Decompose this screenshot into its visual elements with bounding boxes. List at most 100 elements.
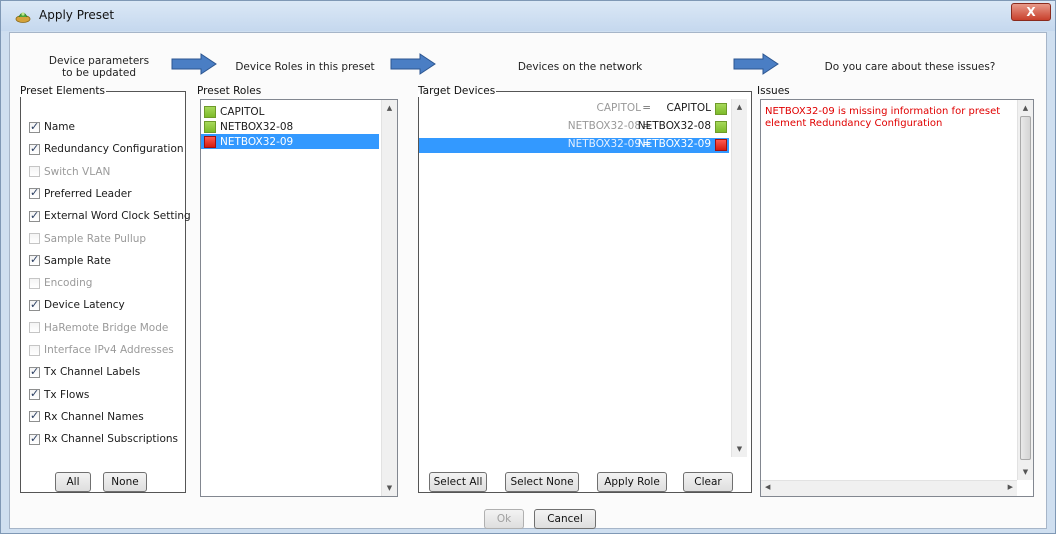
roles-scrollbar[interactable]: ▲ ▼ [381,100,397,496]
preset-element-row[interactable]: Redundancy Configuration [29,141,184,157]
preset-element-checkbox[interactable] [29,409,40,423]
preset-role-label: CAPITOL [220,105,265,118]
dialog-body: Device parameters to be updated Device R… [9,32,1047,529]
target-device-row[interactable]: CAPITOL = CAPITOL [419,102,729,117]
preset-element-row[interactable]: Name [29,119,75,135]
preset-element-checkbox[interactable] [29,322,40,334]
step-device-roles: Device Roles in this preset [235,61,375,73]
preset-elements-legend: Preset Elements [20,85,106,97]
preset-element-row[interactable]: Device Latency [29,297,125,313]
preset-element-label: Tx Channel Labels [44,366,141,379]
preset-element-checkbox[interactable] [29,120,40,133]
preset-element-row[interactable]: Rx Channel Names [29,409,144,425]
target-device-row[interactable]: NETBOX32-09 = NETBOX32-09 [419,138,729,153]
preset-element-checkbox[interactable] [29,209,40,222]
apply-role-button[interactable]: Apply Role [597,472,667,492]
preset-element-label: Name [44,121,75,133]
preset-element-checkbox[interactable] [29,365,40,378]
none-button[interactable]: None [103,472,147,492]
issues-legend: Issues [757,85,790,97]
mapping-equals: = [642,102,651,114]
preset-element-row[interactable]: Tx Channel Labels [29,364,140,380]
status-green-icon [204,120,216,133]
targets-scrollbar[interactable]: ▲ ▼ [731,99,747,457]
scroll-down-icon[interactable]: ▼ [732,445,747,453]
preset-element-row[interactable]: Preferred Leader [29,186,132,202]
preset-roles-group: Preset Roles CAPITOL NETBOX32-08 NETBOX32-… [197,85,404,497]
title-bar[interactable]: Apply Preset X [1,1,1055,31]
preset-element-row[interactable]: Sample Rate Pullup [29,231,146,247]
ok-button[interactable]: Ok [484,509,524,529]
target-devices-list[interactable]: CAPITOL = CAPITOL NETBOX32-08 = NETBOX32-08 NE… [419,99,751,459]
preset-element-row[interactable]: Rx Channel Subscriptions [29,431,178,447]
target-device-label: CAPITOL [666,102,711,114]
status-green-icon [715,103,727,115]
select-all-button[interactable]: Select All [429,472,487,492]
step-arrow-1-icon [171,53,217,75]
preset-element-label: Encoding [44,277,93,290]
apply-preset-window: Apply Preset X Device parameters to be u… [0,0,1056,534]
preset-role-item[interactable]: NETBOX32-08 [204,119,376,134]
preset-element-checkbox[interactable] [29,432,40,445]
preset-element-checkbox[interactable] [29,186,40,200]
preset-element-checkbox[interactable] [29,233,40,244]
preset-element-row[interactable]: Encoding [29,275,92,291]
status-red-icon [715,139,727,151]
preset-element-checkbox[interactable] [29,166,40,178]
scroll-up-icon[interactable]: ▲ [1018,104,1033,112]
preset-element-label: Switch VLAN [44,165,111,178]
preset-element-label: Rx Channel Names [44,410,144,423]
target-device-row[interactable]: NETBOX32-08 = NETBOX32-08 [419,120,729,135]
issues-textbox[interactable]: NETBOX32-09 is missing information for p… [760,99,1034,497]
source-role-label: NETBOX32-08 [567,120,641,132]
preset-element-label: Sample Rate Pullup [44,232,147,245]
scroll-up-icon[interactable]: ▲ [732,103,747,111]
preset-element-checkbox[interactable] [29,298,40,311]
all-button[interactable]: All [55,472,91,492]
preset-element-row[interactable]: Switch VLAN [29,164,110,180]
issues-group: Issues NETBOX32-09 is missing informatio… [757,85,1038,497]
step-devices-on-network: Devices on the network [517,61,643,73]
preset-element-checkbox[interactable] [29,344,40,356]
issues-vscrollbar[interactable]: ▲ ▼ [1017,100,1033,480]
preset-role-item[interactable]: CAPITOL [204,104,376,119]
preset-element-checkbox[interactable] [29,142,40,155]
preset-element-row[interactable]: Tx Flows [29,387,89,403]
window-title: Apply Preset [39,8,115,22]
status-green-icon [715,121,727,133]
status-green-icon [204,105,216,118]
step-arrow-2-icon [390,53,436,75]
step-issues: Do you care about these issues? [824,61,996,73]
preset-element-checkbox[interactable] [29,277,40,289]
preset-element-row[interactable]: External Word Clock Setting [29,208,191,224]
preset-element-label: Sample Rate [44,254,111,267]
preset-element-row[interactable]: HaRemote Bridge Mode [29,320,168,336]
scroll-right-icon[interactable]: ▶ [1008,483,1013,491]
preset-elements-group: Preset Elements Name Redundancy Configura… [20,85,191,493]
preset-role-item[interactable]: NETBOX32-09 [201,134,379,149]
preset-element-label: Tx Flows [44,388,90,401]
scroll-thumb[interactable] [1020,116,1031,460]
target-devices-group: Target Devices CAPITOL = CAPITOL NETBOX32-0… [418,85,752,493]
scroll-left-icon[interactable]: ◀ [765,483,770,491]
cancel-button[interactable]: Cancel [534,509,596,529]
close-button[interactable]: X [1011,3,1051,21]
target-device-label: NETBOX32-09 [637,138,711,150]
scroll-down-icon[interactable]: ▼ [1018,468,1033,476]
preset-element-checkbox[interactable] [29,253,40,267]
app-icon [15,12,31,23]
scroll-down-icon[interactable]: ▼ [382,484,397,492]
source-role-label: NETBOX32-09 [567,138,641,150]
preset-element-label: Interface IPv4 Addresses [44,344,174,356]
preset-roles-list[interactable]: CAPITOL NETBOX32-08 NETBOX32-09 ▲ ▼ [200,99,398,497]
preset-element-label: External Word Clock Setting [44,210,191,223]
preset-element-checkbox[interactable] [29,387,40,401]
step-device-parameters: Device parameters to be updated [48,55,150,79]
preset-element-row[interactable]: Interface IPv4 Addresses [29,342,174,358]
preset-element-row[interactable]: Sample Rate [29,253,111,269]
issues-hscrollbar[interactable]: ◀ ▶ [761,480,1017,496]
select-none-button[interactable]: Select None [505,472,579,492]
clear-button[interactable]: Clear [683,472,733,492]
scroll-up-icon[interactable]: ▲ [382,104,397,112]
preset-element-label: Redundancy Configuration [44,143,184,156]
